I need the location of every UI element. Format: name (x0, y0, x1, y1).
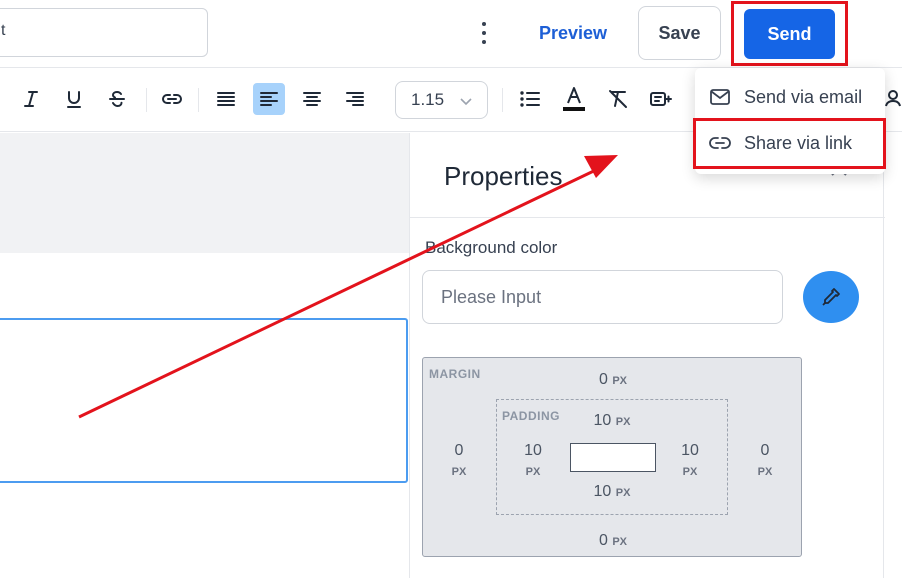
top-bar: t Preview Save Send (0, 0, 902, 68)
preview-button[interactable]: Preview (527, 16, 619, 50)
padding-bottom-value[interactable]: 10 PX (589, 483, 635, 501)
padding-right-value[interactable]: 10 PX (675, 442, 705, 478)
align-center-icon[interactable] (297, 84, 327, 114)
menu-item-label: Send via email (744, 86, 863, 107)
share-link-highlight-box (693, 118, 886, 169)
save-button[interactable]: Save (638, 6, 721, 60)
insert-variable-icon[interactable] (646, 84, 676, 114)
send-highlight-box: Send (731, 1, 848, 66)
mail-icon (710, 89, 730, 105)
chevron-down-icon (460, 98, 472, 106)
email-editor: t Preview Save Send 1.15 Properties Back… (0, 0, 902, 578)
panel-title: Properties (444, 161, 563, 191)
link-icon[interactable] (157, 84, 187, 114)
toolbar-divider (146, 88, 147, 112)
divider (410, 217, 885, 218)
toolbar-divider (198, 88, 199, 112)
selected-content-block[interactable] (0, 318, 408, 483)
line-height-value: 1.15 (411, 90, 445, 109)
person-icon[interactable] (883, 88, 902, 108)
toolbar-divider (502, 88, 503, 112)
line-height-select[interactable]: 1.15 (395, 81, 488, 119)
margin-right-value[interactable]: 0 PX (750, 442, 780, 478)
more-options-icon[interactable] (474, 20, 494, 46)
margin-top-value[interactable]: 0 PX (593, 371, 633, 389)
bulleted-list-icon[interactable] (515, 84, 545, 114)
properties-panel: Properties Background color Please Input… (409, 133, 885, 578)
align-left-icon[interactable] (253, 83, 285, 115)
color-picker-button[interactable] (803, 271, 859, 323)
content-box (570, 443, 656, 472)
background-color-label: Background color (425, 238, 558, 257)
underline-icon[interactable] (59, 84, 89, 114)
padding-label: PADDING (502, 409, 560, 423)
padding-left-value[interactable]: 10 PX (518, 442, 548, 478)
italic-icon[interactable] (16, 84, 46, 114)
eyedropper-icon (822, 288, 840, 306)
canvas-header-section[interactable] (0, 133, 410, 253)
background-color-input[interactable]: Please Input (422, 270, 783, 324)
padding-box: PADDING 10 PX 10 PX 10 PX 10 PX (496, 399, 728, 515)
template-name-input[interactable]: t (0, 8, 208, 57)
text-color-icon[interactable] (559, 84, 589, 114)
padding-top-value[interactable]: 10 PX (589, 412, 635, 430)
send-button[interactable]: Send (744, 9, 835, 59)
box-model-editor: MARGIN 0 PX 0 PX 0 PX 0 PX PADDING 10 PX 1… (422, 357, 802, 557)
align-justify-icon[interactable] (211, 84, 241, 114)
align-right-icon[interactable] (340, 84, 370, 114)
strikethrough-icon[interactable] (102, 84, 132, 114)
margin-left-value[interactable]: 0 PX (444, 442, 474, 478)
send-via-email-item[interactable]: Send via email (695, 75, 885, 119)
margin-label: MARGIN (429, 367, 481, 381)
margin-bottom-value[interactable]: 0 PX (593, 532, 633, 550)
clear-format-icon[interactable] (603, 84, 633, 114)
